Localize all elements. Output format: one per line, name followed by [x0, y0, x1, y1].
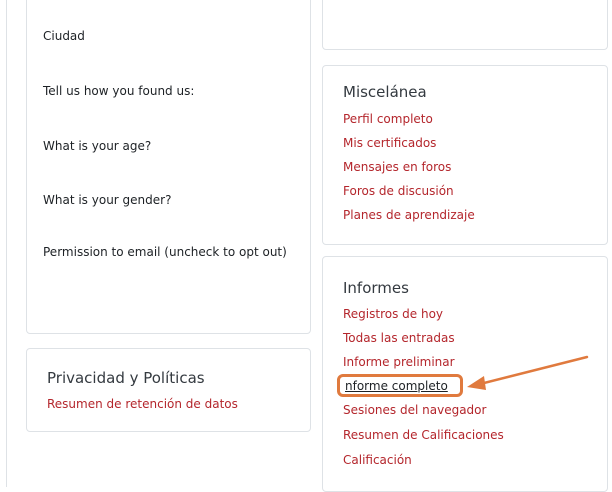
link-all-logs[interactable]: Todas las entradas	[343, 331, 455, 345]
link-forum-posts[interactable]: Mensajes en foros	[343, 160, 451, 174]
arrow-icon	[467, 355, 589, 390]
top-right-card	[322, 0, 608, 50]
field-label-age: What is your age?	[43, 139, 152, 153]
link-forum-discussions[interactable]: Foros de discusión	[343, 184, 454, 198]
field-label-city: Ciudad	[43, 29, 85, 43]
page-left-border	[6, 0, 7, 487]
field-label-found-us: Tell us how you found us:	[43, 84, 195, 98]
highlight-box	[337, 374, 463, 397]
link-grade[interactable]: Calificación	[343, 453, 412, 467]
privacy-card: Privacidad y Políticas Resumen de retenc…	[26, 348, 311, 432]
link-data-retention-summary[interactable]: Resumen de retención de datos	[47, 397, 238, 411]
reports-title: Informes	[343, 279, 409, 297]
misc-title: Miscelánea	[343, 83, 427, 101]
link-learning-plans[interactable]: Planes de aprendizaje	[343, 208, 475, 222]
link-browser-sessions[interactable]: Sesiones del navegador	[343, 403, 486, 417]
link-outline-report[interactable]: Informe preliminar	[343, 355, 455, 369]
link-todays-logs[interactable]: Registros de hoy	[343, 307, 443, 321]
field-label-gender: What is your gender?	[43, 193, 172, 207]
link-grades-overview[interactable]: Resumen de Calificaciones	[343, 428, 504, 442]
profile-fields-card: Ciudad Tell us how you found us: What is…	[26, 0, 311, 334]
field-label-email-permission: Permission to email (uncheck to opt out)	[43, 245, 287, 259]
link-full-profile[interactable]: Perfil completo	[343, 112, 433, 126]
privacy-title: Privacidad y Políticas	[47, 369, 205, 387]
misc-card: Miscelánea Perfil completo Mis certifica…	[322, 65, 608, 245]
link-certificates[interactable]: Mis certificados	[343, 136, 436, 150]
